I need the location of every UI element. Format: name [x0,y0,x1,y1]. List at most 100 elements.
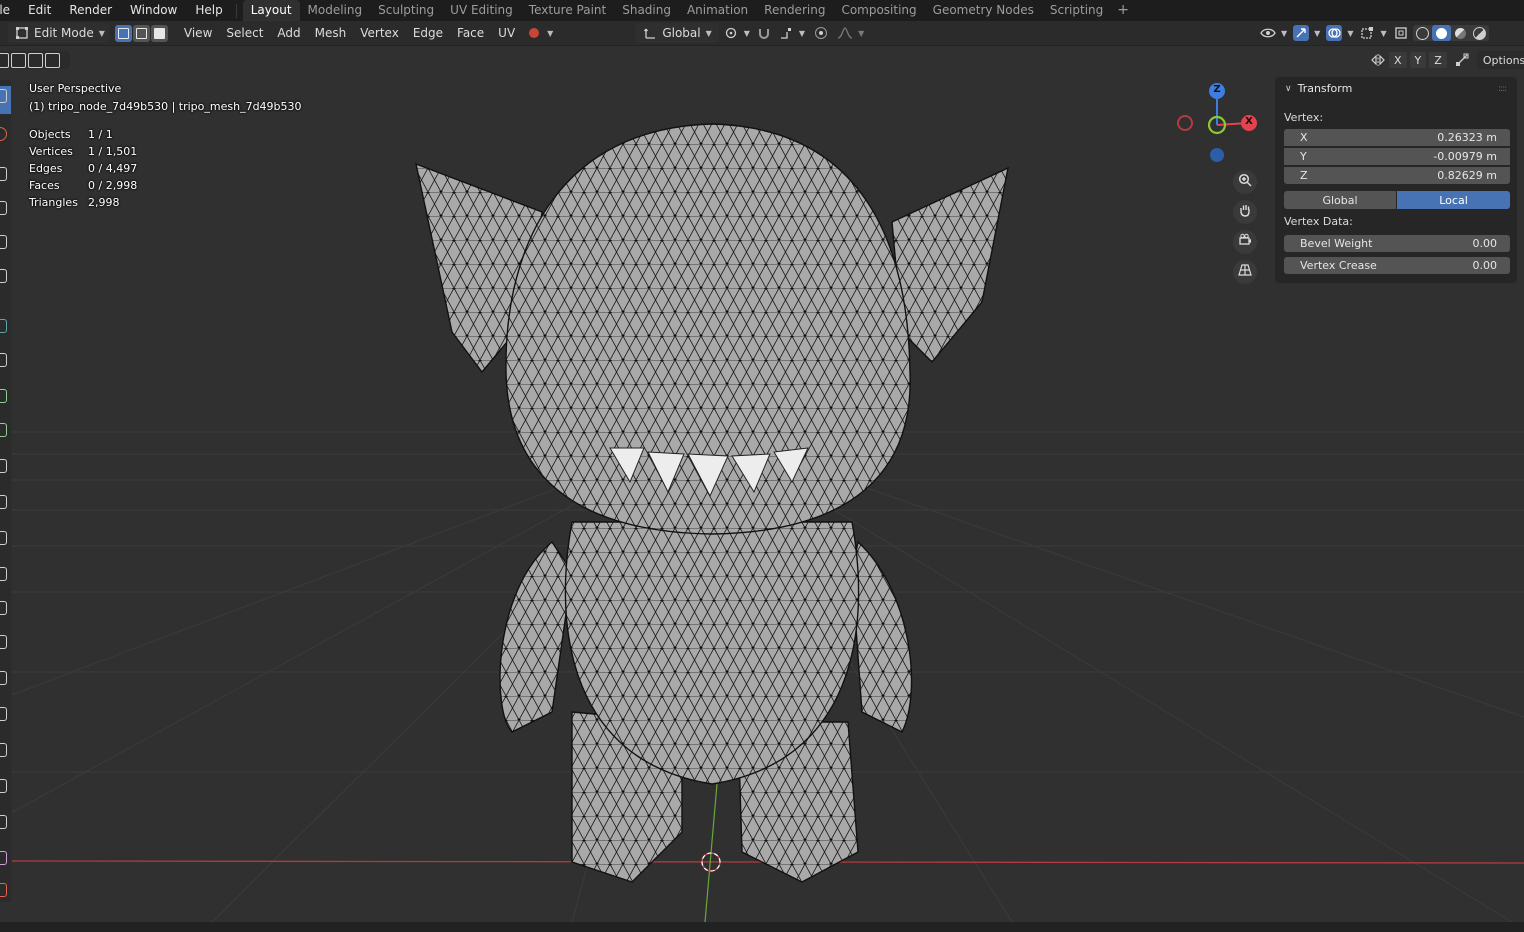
select-extend-icon[interactable] [11,52,26,68]
mode-dropdown[interactable]: Edit Mode ▼ [8,23,109,43]
stat-label: Triangles [29,196,78,209]
left-arm[interactable] [499,540,573,733]
spin-tool[interactable] [0,632,11,650]
local-space-button[interactable]: Local [1397,191,1510,209]
knife-tool[interactable] [0,564,11,582]
xray-toggle[interactable] [1391,23,1411,43]
select-new-icon[interactable] [0,52,9,68]
extrude-tool[interactable] [0,420,11,438]
menu-edit[interactable]: Edit [19,0,60,21]
mesh-edit-overlays-dropdown[interactable]: ▼ [1357,23,1388,43]
vertex-crease-field[interactable]: Vertex Crease 0.00 [1284,257,1510,274]
drag-handle-icon[interactable]: :::: [1498,84,1507,94]
mesh-object[interactable] [415,123,1009,883]
pivot-point-dropdown[interactable]: ▼ [719,23,754,43]
falloff-dropdown[interactable]: ▼ [833,23,868,43]
transform-orientation-dropdown[interactable]: Global ▼ [635,23,719,43]
rendered-shading-icon[interactable] [1470,25,1489,41]
menu-add[interactable]: Add [270,23,307,43]
proportional-edit-toggle[interactable] [809,23,833,43]
menu-uv[interactable]: UV [491,23,522,43]
tab-animation[interactable]: Animation [679,0,756,21]
select-box-tool[interactable] [0,86,11,114]
edge-select-button[interactable] [132,24,150,42]
select-invert-icon[interactable] [45,52,60,68]
poly-build-tool[interactable] [0,598,11,616]
edge-slide-tool[interactable] [0,704,11,722]
tab-sculpting[interactable]: Sculpting [370,0,442,21]
menu-help[interactable]: Help [186,0,231,21]
menu-edge[interactable]: Edge [406,23,450,43]
tab-shading[interactable]: Shading [614,0,679,21]
menu-file[interactable]: ile [0,0,19,21]
snap-toggle[interactable] [754,23,774,43]
menu-vertex[interactable]: Vertex [353,23,406,43]
mirror-z-toggle[interactable]: Z [1429,52,1447,68]
vertex-z-field[interactable]: Z 0.82629 m [1284,167,1510,184]
vertex-weight-tool[interactable] [0,848,11,866]
mirror-y-toggle[interactable]: Y [1409,52,1427,68]
solid-shading-icon[interactable] [1431,25,1451,41]
topology-mirror-icon[interactable] [1454,52,1470,68]
shear-tool[interactable] [0,776,11,794]
measure-tool[interactable] [0,350,11,368]
gizmo-dropdown[interactable]: ▼ [1291,23,1322,43]
neg-x-axis-handle[interactable] [1177,115,1193,131]
overlays-dropdown[interactable]: ▼ [1324,23,1355,43]
rotate-tool[interactable] [0,198,11,216]
bevel-weight-field[interactable]: Bevel Weight 0.00 [1284,235,1510,252]
annotate-tool[interactable] [0,316,11,334]
tab-scripting[interactable]: Scripting [1042,0,1111,21]
menu-view[interactable]: View [177,23,219,43]
tab-rendering[interactable]: Rendering [756,0,833,21]
tab-uv-editing[interactable]: UV Editing [442,0,521,21]
mirror-icon [1370,52,1386,68]
vertex-select-button[interactable] [114,24,132,42]
material-shading-icon[interactable] [1451,25,1470,41]
tab-layout[interactable]: Layout [242,0,300,21]
right-arm[interactable] [851,540,913,733]
menu-select[interactable]: Select [219,23,270,43]
camera-view-button[interactable] [1233,230,1257,254]
scale-tool[interactable] [0,232,11,250]
menu-face[interactable]: Face [450,23,491,43]
face-select-button[interactable] [150,24,168,42]
menu-render[interactable]: Render [60,0,121,21]
pan-button[interactable] [1233,200,1257,224]
transform-tool[interactable] [0,266,11,284]
tool-shelf [0,80,11,902]
vertex-y-field[interactable]: Y -0.00979 m [1284,148,1510,165]
overlays-icon [1326,25,1343,41]
snap-target-dropdown[interactable]: ▼ [774,23,809,43]
rip-region-tool[interactable] [0,880,11,898]
add-cube-tool[interactable] [0,386,11,404]
right-ear[interactable] [891,166,1009,364]
uv-sync-dropdown[interactable]: ▼ [522,23,557,43]
cursor-tool[interactable] [0,124,11,142]
smooth-tool[interactable] [0,668,11,686]
bevel-tool[interactable] [0,492,11,510]
options-dropdown[interactable]: Options [1476,51,1524,69]
move-tool[interactable] [0,164,11,182]
menu-mesh[interactable]: Mesh [308,23,354,43]
zoom-button[interactable] [1233,170,1257,194]
neg-y-axis-handle[interactable] [1210,148,1224,162]
add-workspace-button[interactable]: + [1111,0,1135,21]
tab-compositing[interactable]: Compositing [833,0,924,21]
shrink-fatten-tool[interactable] [0,740,11,758]
tab-texture-paint[interactable]: Texture Paint [521,0,614,21]
menu-window[interactable]: Window [121,0,186,21]
global-space-button[interactable]: Global [1284,191,1396,209]
perspective-toggle-button[interactable] [1233,260,1257,284]
rip-tool[interactable] [0,812,11,830]
loop-cut-tool[interactable] [0,528,11,546]
visibility-dropdown[interactable]: ▼ [1258,23,1289,43]
tab-geometry-nodes[interactable]: Geometry Nodes [925,0,1042,21]
transform-panel-header[interactable]: ∨ Transform [1285,82,1352,95]
mirror-x-toggle[interactable]: X [1389,52,1407,68]
inset-tool[interactable] [0,456,11,474]
tab-modeling[interactable]: Modeling [300,0,371,21]
vertex-x-field[interactable]: X 0.26323 m [1284,129,1510,146]
wireframe-shading-icon[interactable] [1413,25,1432,41]
select-subtract-icon[interactable] [28,52,43,68]
